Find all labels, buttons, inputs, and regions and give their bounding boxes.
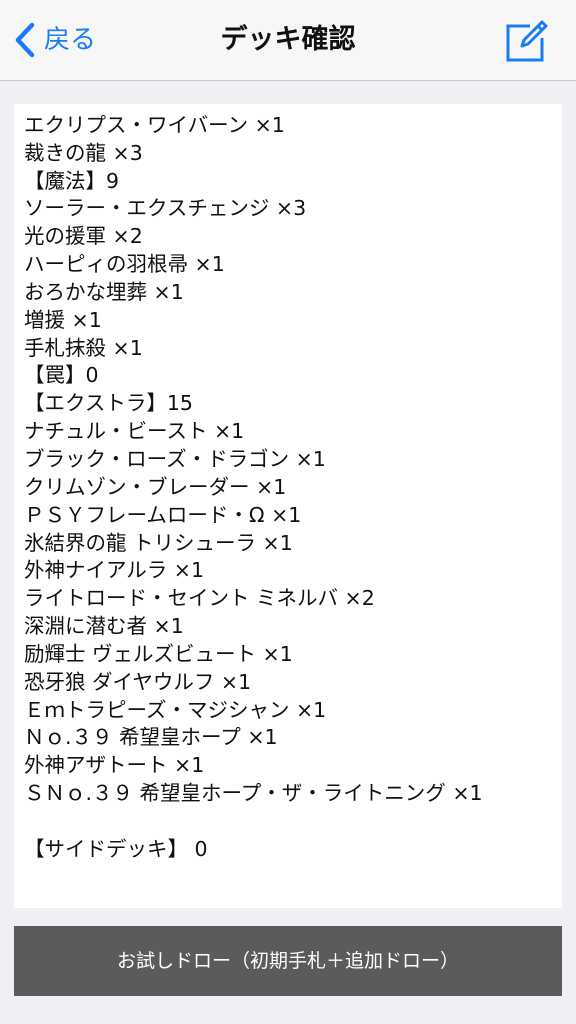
deck-line: 励輝士 ヴェルズビュート ×1 <box>24 641 293 666</box>
navigation-bar: 戻る デッキ確認 <box>0 0 576 81</box>
compose-icon <box>502 16 550 64</box>
deck-line: 【魔法】9 <box>24 168 120 193</box>
deck-line: 外神アザトート ×1 <box>24 753 205 778</box>
deck-line: 【サイドデッキ】 0 <box>24 836 208 861</box>
back-button[interactable]: 戻る <box>14 18 96 62</box>
deck-line: 【罠】0 <box>24 363 99 388</box>
chevron-left-icon <box>14 22 36 58</box>
deck-line: ライトロード・セイント ミネルバ ×2 <box>24 586 375 611</box>
deck-line: ハーピィの羽根帚 ×1 <box>24 252 225 277</box>
deck-line: Ｎｏ.３９ 希望皇ホープ ×1 <box>24 725 278 750</box>
deck-line: 裁きの龍 ×3 <box>24 140 143 165</box>
deck-line: ソーラー・エクスチェンジ ×3 <box>24 196 307 221</box>
top-fade <box>14 104 562 114</box>
deck-line: ＰＳＹフレームロード・Ω ×1 <box>24 502 302 527</box>
back-label: 戻る <box>44 25 97 55</box>
edit-button[interactable] <box>502 16 550 64</box>
deck-text-area[interactable]: ライトロード・セイント ミネルバ ×1エクリプス・ワイバーン ×1裁きの龍 ×3… <box>14 104 562 908</box>
deck-line <box>24 808 483 836</box>
deck-list: ライトロード・セイント ミネルバ ×1エクリプス・ワイバーン ×1裁きの龍 ×3… <box>24 104 483 864</box>
deck-line: エクリプス・ワイバーン ×1 <box>24 112 285 137</box>
deck-line: ＳＮｏ.３９ 希望皇ホープ・ザ・ライトニング ×1 <box>24 781 483 806</box>
deck-line: 光の援軍 ×2 <box>24 224 143 249</box>
trial-draw-button[interactable]: お試しドロー（初期手札＋追加ドロー） <box>14 926 562 996</box>
deck-line: 外神ナイアルラ ×1 <box>24 558 205 583</box>
deck-line: Ｅｍトラピーズ・マジシャン ×1 <box>24 697 327 722</box>
deck-line: クリムゾン・ブレーダー ×1 <box>24 474 287 499</box>
deck-line: ブラック・ローズ・ドラゴン ×1 <box>24 446 326 471</box>
deck-line: おろかな埋葬 ×1 <box>24 279 184 304</box>
deck-line: ナチュル・ビースト ×1 <box>24 419 245 444</box>
deck-line: 氷結界の龍 トリシューラ ×1 <box>24 530 293 555</box>
deck-line: 増援 ×1 <box>24 307 102 332</box>
deck-line: 深淵に潜む者 ×1 <box>24 614 184 639</box>
deck-line: 恐牙狼 ダイヤウルフ ×1 <box>24 669 252 694</box>
deck-line: 【エクストラ】15 <box>24 391 193 416</box>
deck-line: 手札抹殺 ×1 <box>24 335 143 360</box>
